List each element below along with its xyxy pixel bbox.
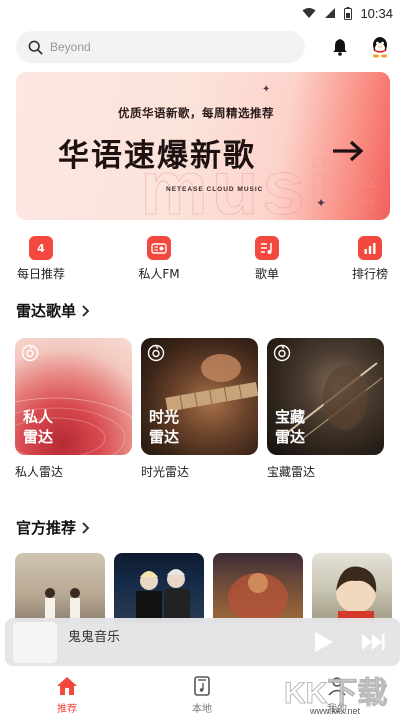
- status-bar: 10:34: [0, 0, 405, 26]
- quick-label: 排行榜: [351, 267, 388, 281]
- player-thumbnail: [13, 622, 57, 663]
- quick-label: 私人FM: [138, 267, 180, 281]
- quick-charts[interactable]: 排行榜: [335, 236, 405, 282]
- status-time: 10:34: [360, 5, 393, 21]
- radar-card-time[interactable]: 时光雷达: [141, 338, 258, 455]
- official-card[interactable]: [312, 553, 392, 623]
- official-section-header[interactable]: 官方推荐: [16, 517, 90, 538]
- tab-local[interactable]: 本地: [172, 674, 232, 715]
- home-icon: [57, 677, 77, 695]
- wifi-icon: [302, 8, 316, 18]
- radar-card-title[interactable]: 私人雷达: [15, 463, 63, 480]
- radar-card-title[interactable]: 时光雷达: [141, 463, 189, 480]
- qq-avatar-icon[interactable]: [368, 35, 392, 59]
- radar-card-treasure[interactable]: 宝藏雷达: [267, 338, 384, 455]
- photo-band-graphic: [136, 569, 190, 623]
- quick-playlist[interactable]: 歌单: [232, 236, 302, 282]
- game-art-graphic: [228, 573, 288, 623]
- radar-card-title[interactable]: 宝藏雷达: [267, 463, 315, 480]
- next-track-icon[interactable]: [360, 632, 386, 652]
- site-watermark: KK下载 www.kkx.net: [283, 668, 404, 720]
- sparkle-icon: ✦: [316, 196, 327, 210]
- banner-brand: NETEASE CLOUD MUSIC: [166, 186, 264, 193]
- play-icon[interactable]: [311, 630, 335, 654]
- calendar-date: 4: [37, 241, 45, 255]
- radar-card-private[interactable]: 私人雷达: [15, 338, 132, 455]
- radar-section-header[interactable]: 雷达歌单: [16, 300, 90, 321]
- radar-cover-label: 宝藏雷达: [275, 408, 306, 446]
- banner-title: 华语速爆新歌: [58, 138, 256, 174]
- banner-subtitle: 优质华语新歌，每周精选推荐: [118, 106, 274, 120]
- featured-banner[interactable]: music ✦ ✦ 优质华语新歌，每周精选推荐 华语速爆新歌 NETEASE C…: [16, 72, 390, 220]
- chevron-right-icon: [82, 521, 90, 534]
- watermark-url: www.kkx.net: [310, 706, 361, 716]
- quick-daily-recommend[interactable]: 4 每日推荐: [6, 236, 76, 282]
- arrow-right-icon: [333, 140, 364, 162]
- battery-icon: [344, 6, 353, 20]
- signal-icon: [325, 8, 336, 18]
- radar-cover-label: 私人雷达: [23, 408, 54, 446]
- radio-icon: [147, 236, 171, 260]
- sparkle-icon: ✦: [262, 84, 271, 95]
- official-card[interactable]: [114, 553, 204, 623]
- quick-private-fm[interactable]: 私人FM: [124, 236, 194, 282]
- official-section-title: 官方推荐: [16, 519, 77, 537]
- radar-cover-label: 时光雷达: [149, 408, 180, 446]
- netease-logo-icon: [21, 344, 39, 362]
- chevron-right-icon: [82, 304, 90, 317]
- playlist-icon: [255, 236, 279, 260]
- quick-label: 歌单: [254, 267, 279, 281]
- official-card[interactable]: [15, 553, 105, 623]
- music-file-icon: [194, 676, 210, 696]
- photo-two-people-graphic: [45, 588, 80, 623]
- radar-section-title: 雷达歌单: [16, 302, 77, 320]
- search-icon: [28, 40, 43, 54]
- player-song-title: 鬼鬼音乐: [68, 630, 121, 645]
- official-card[interactable]: [213, 553, 303, 623]
- tab-recommend[interactable]: 推荐: [37, 674, 97, 715]
- quick-actions: 4 每日推荐 私人FM 歌单 排行榜: [0, 236, 405, 286]
- calendar-icon: 4: [29, 236, 53, 260]
- search-box[interactable]: [16, 31, 305, 63]
- chart-icon: [358, 236, 382, 260]
- bell-icon[interactable]: [330, 37, 350, 57]
- top-bar: [16, 31, 393, 63]
- mini-player[interactable]: 鬼鬼音乐: [5, 618, 400, 666]
- quick-label: 每日推荐: [16, 267, 65, 281]
- anime-art-graphic: [336, 566, 377, 623]
- tab-label: 推荐: [57, 704, 77, 715]
- search-input[interactable]: [50, 40, 270, 54]
- tab-label: 本地: [192, 704, 212, 715]
